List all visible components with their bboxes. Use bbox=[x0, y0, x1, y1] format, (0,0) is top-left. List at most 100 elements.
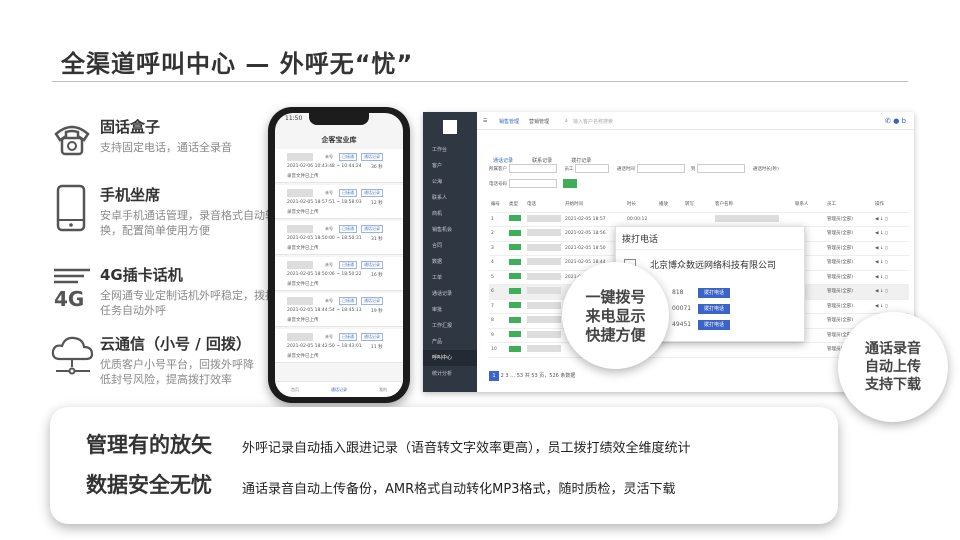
column-header: 时长 bbox=[627, 202, 636, 207]
column-header: 联系人 bbox=[795, 202, 809, 207]
sidebar-item-call-center[interactable]: 呼叫中心 bbox=[423, 350, 477, 366]
status-badge: 已接通 bbox=[339, 261, 357, 269]
call-duration: 36 秒 bbox=[371, 165, 383, 170]
sidebar-item[interactable]: 产品 bbox=[423, 334, 477, 350]
call-type: 未号 bbox=[325, 154, 333, 159]
redacted-number bbox=[527, 256, 561, 271]
row-actions[interactable]: ◀ ↓ ▯ bbox=[875, 242, 888, 257]
list-item[interactable]: 未号 已接通 通话记录 2021-02-06 10:43:48 ~ 10:44:… bbox=[275, 149, 403, 183]
row-id: 3 bbox=[491, 245, 494, 251]
feature-desc: 支持固定电话，通话全录音 bbox=[100, 141, 232, 154]
row-actions[interactable]: ◀ ↓ ▯ bbox=[875, 227, 888, 242]
row-actions[interactable]: ◀ ↓ ▯ bbox=[875, 271, 888, 286]
call-note: 录音文件已上传 bbox=[287, 354, 319, 359]
row-id: 8 bbox=[491, 318, 494, 323]
search-input[interactable]: 输入客户名称搜索 bbox=[573, 118, 613, 125]
dial-button[interactable]: 拨打电话 bbox=[698, 320, 730, 330]
row-actions[interactable]: ◀ ↓ ▯ bbox=[875, 256, 888, 271]
table-header: 编号 类型 电话 开始时间 时长 播放 转写 客户名称 联系人 员工 操作 bbox=[489, 198, 909, 213]
time-end-input[interactable] bbox=[697, 164, 746, 173]
status-badge: 已接通 bbox=[339, 225, 357, 233]
redacted-number bbox=[287, 261, 313, 269]
sidebar-item[interactable]: 公海 bbox=[423, 174, 477, 190]
list-item[interactable]: 未号 已接通 通话记录 2021-02-05 18:57:51 ~ 18:58:… bbox=[275, 185, 403, 219]
list-item[interactable]: 未号 已接通 通话记录 2021-02-05 18:42:50 ~ 18:43:… bbox=[275, 329, 403, 363]
page-link[interactable]: 53 bbox=[517, 373, 523, 379]
top-bar: ☰ 销售管理 营销管理 ⌕ 输入客户名称搜索 ✆ ● b bbox=[477, 112, 914, 130]
list-item[interactable]: 未号 已接通 通话记录 2021-02-05 18:50:06 ~ 18:50:… bbox=[275, 257, 403, 291]
employee-select[interactable] bbox=[575, 164, 610, 173]
sidebar-item[interactable]: 工作汇报 bbox=[423, 318, 477, 334]
dial-button[interactable]: 拨打电话 bbox=[698, 304, 730, 314]
nav-call-records[interactable]: 通话记录 bbox=[331, 387, 347, 393]
status-badge: 已接通 bbox=[339, 153, 357, 161]
tab-sales[interactable]: 销售管理 bbox=[499, 118, 519, 125]
row-id: 9 bbox=[491, 332, 494, 338]
phone-icon[interactable]: ✆ ● b bbox=[885, 117, 906, 125]
redacted-number bbox=[527, 329, 561, 344]
filter-label: 电话号码 bbox=[489, 182, 507, 187]
phone-number: 00071 bbox=[672, 305, 692, 312]
page-link[interactable]: 2 bbox=[501, 373, 504, 379]
row-actions[interactable]: ◀ ↓ ▯ bbox=[875, 213, 888, 228]
column-header: 开始时间 bbox=[565, 202, 583, 207]
redacted-number bbox=[527, 300, 561, 315]
sidebar-item[interactable]: 销售机会 bbox=[423, 222, 477, 238]
sidebar-item[interactable]: 审批 bbox=[423, 302, 477, 318]
sidebar-item[interactable]: 联系人 bbox=[423, 190, 477, 206]
bubble-line: 支持下载 bbox=[865, 377, 921, 393]
bubble-line: 一键拨号 bbox=[585, 288, 646, 306]
customer-filter-input[interactable] bbox=[509, 164, 557, 173]
redacted-number bbox=[287, 333, 313, 341]
sidebar-item[interactable]: 合同 bbox=[423, 238, 477, 254]
call-time: 2021-02-05 18:50:06 ~ 18:50:22 bbox=[287, 272, 362, 277]
sidebar-item[interactable]: 商机 bbox=[423, 206, 477, 222]
phone-screen: 11:50 企客宝业库 未号 已接通 通话记录 2021-02-06 10:43… bbox=[275, 113, 403, 397]
call-time: 2021-02-05 18:50:00 ~ 18:50:31 bbox=[287, 236, 362, 241]
status-badge bbox=[509, 256, 521, 271]
row-id: 5 bbox=[491, 274, 494, 280]
row-actions[interactable]: ◀ ↓ ▯ bbox=[875, 285, 888, 300]
sidebar-item[interactable]: 工单 bbox=[423, 270, 477, 286]
sidebar-item[interactable]: 数据 bbox=[423, 254, 477, 270]
feature-title: 固话盒子 bbox=[100, 118, 161, 136]
page-title: 全渠道呼叫中心 — 外呼无“忧” bbox=[61, 50, 414, 78]
call-type: 未号 bbox=[325, 334, 333, 339]
table-row[interactable]: 1 2021-02-05 18:57 00:00:12 管理员(全部) ◀ ↓ ▯ bbox=[489, 213, 909, 228]
sidebar-item[interactable]: 客户 bbox=[423, 158, 477, 174]
list-item[interactable]: 未号 已接通 通话记录 2021-02-05 18:50:00 ~ 18:50:… bbox=[275, 221, 403, 255]
pager-summary: 共 53 页，526 条数据 bbox=[524, 373, 576, 379]
sidebar-item[interactable]: 统计分析 bbox=[423, 366, 477, 382]
phone-number: 49451 bbox=[672, 321, 692, 328]
4g-signal-icon: 4G bbox=[50, 264, 94, 311]
status-badge: 通话记录 bbox=[361, 333, 383, 341]
search-button[interactable] bbox=[563, 179, 577, 188]
phone-filter-input[interactable] bbox=[509, 179, 557, 188]
search-icon[interactable]: ⌕ bbox=[565, 118, 568, 124]
feature-title: 云通信（小号 / 回拨） bbox=[100, 335, 251, 353]
sidebar-item[interactable]: 通话记录 bbox=[423, 286, 477, 302]
redacted-number bbox=[527, 343, 561, 358]
row-duration: 00:00:12 bbox=[627, 216, 648, 222]
phone-notch bbox=[309, 113, 369, 125]
menu-icon[interactable]: ☰ bbox=[483, 118, 487, 124]
call-time: 2021-02-05 18:57:51 ~ 18:58:03 bbox=[287, 200, 362, 205]
tab-marketing[interactable]: 营销管理 bbox=[529, 118, 549, 125]
list-item[interactable]: 未号 已接通 通话记录 2021-02-05 18:44:54 ~ 18:45:… bbox=[275, 293, 403, 327]
page-link[interactable]: 3 bbox=[505, 373, 508, 379]
row-start: 2021-02-05 18:56 bbox=[565, 231, 606, 236]
dial-popup-title: 拨打电话 bbox=[622, 235, 659, 245]
status-badge bbox=[509, 271, 521, 286]
dial-button[interactable]: 拨打电话 bbox=[698, 288, 730, 298]
divider bbox=[616, 249, 804, 250]
call-note: 录音文件已上传 bbox=[287, 282, 319, 287]
row-staff: 管理员(全部) bbox=[827, 231, 854, 236]
page-current[interactable]: 1 bbox=[489, 371, 499, 381]
nav-mine[interactable]: 我的 bbox=[379, 387, 387, 393]
feature-title: 4G插卡话机 bbox=[100, 266, 183, 284]
row-staff: 管理员(全部) bbox=[827, 303, 854, 309]
feature-4g-phone: 4G 4G插卡话机 全网通专业定制话机外呼稳定，拨打任务自动外呼 bbox=[50, 264, 276, 317]
sidebar-item[interactable]: 工作台 bbox=[423, 142, 477, 158]
time-start-input[interactable] bbox=[636, 164, 685, 173]
nav-home[interactable]: 首页 bbox=[291, 387, 299, 393]
